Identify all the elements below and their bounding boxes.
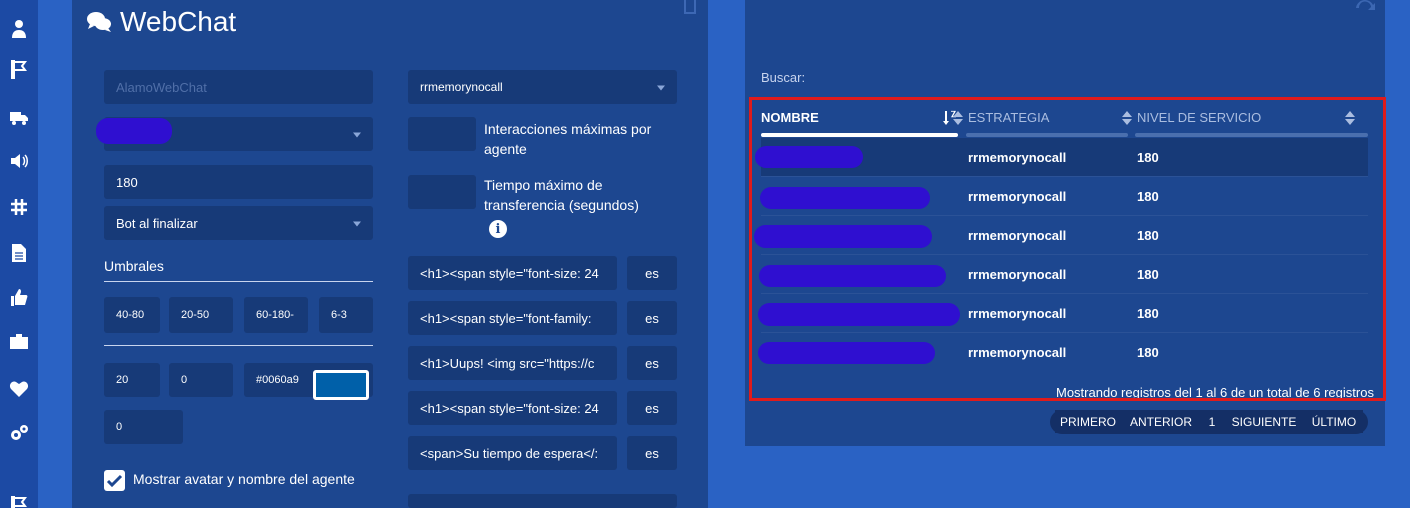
user-icon[interactable] bbox=[8, 18, 30, 40]
cogs-icon[interactable] bbox=[8, 422, 30, 444]
threshold-1[interactable]: 40-80 bbox=[104, 297, 160, 333]
value-input-3[interactable]: 0 bbox=[104, 410, 183, 444]
heartbeat-icon[interactable] bbox=[8, 378, 30, 400]
threshold-2[interactable]: 20-50 bbox=[169, 297, 233, 333]
pagination-previous-button[interactable]: ANTERIOR bbox=[1124, 410, 1198, 433]
pagination-last-button[interactable]: ÚLTIMO bbox=[1305, 410, 1363, 433]
message-input-6[interactable] bbox=[408, 494, 677, 508]
flag-icon[interactable] bbox=[8, 494, 30, 508]
message-lang-5[interactable]: es bbox=[627, 436, 677, 470]
strategy-select[interactable]: rrmemorynocall bbox=[408, 70, 677, 104]
message-input-2[interactable]: <h1><span style="font-family: bbox=[408, 301, 617, 335]
max-transfer-input[interactable] bbox=[408, 175, 476, 209]
message-lang-2[interactable]: es bbox=[627, 301, 677, 335]
color-picker-swatch[interactable] bbox=[313, 370, 369, 400]
icon-sidebar bbox=[0, 0, 38, 508]
truck-icon[interactable] bbox=[8, 106, 30, 128]
page-title: WebChat bbox=[86, 6, 236, 38]
end-action-select[interactable]: Bot al finalizar bbox=[104, 206, 373, 240]
page-title-text: WebChat bbox=[120, 6, 237, 37]
chevron-down-icon bbox=[657, 85, 665, 91]
max-transfer-label: Tiempo máximo de transferencia (segundos… bbox=[484, 177, 639, 213]
comments-icon bbox=[87, 12, 111, 32]
hashtag-icon[interactable] bbox=[8, 196, 30, 218]
divider bbox=[104, 345, 373, 346]
max-interactions-label: Interacciones máximas por agente bbox=[484, 121, 652, 157]
refresh-icon[interactable] bbox=[1354, 0, 1376, 16]
thumbs-up-icon[interactable] bbox=[8, 286, 30, 308]
file-icon[interactable] bbox=[8, 242, 30, 264]
briefcase-icon[interactable] bbox=[8, 330, 30, 352]
value-input-2[interactable]: 0 bbox=[169, 363, 233, 397]
show-avatar-label: Mostrar avatar y nombre del agente bbox=[133, 471, 355, 487]
chevron-down-icon bbox=[353, 221, 361, 227]
message-input-1[interactable]: <h1><span style="font-size: 24 bbox=[408, 256, 617, 290]
pagination-page-1-button[interactable]: 1 bbox=[1201, 410, 1223, 433]
threshold-4[interactable]: 6-3 bbox=[319, 297, 373, 333]
check-icon bbox=[106, 474, 123, 488]
pagination-next-button[interactable]: SIGUIENTE bbox=[1226, 410, 1302, 433]
message-lang-4[interactable]: es bbox=[627, 391, 677, 425]
value-input-1[interactable]: 20 bbox=[104, 363, 160, 397]
panel-grip-icon[interactable] bbox=[684, 0, 696, 14]
message-input-5[interactable]: <span>Su tiempo de espera</: bbox=[408, 436, 617, 470]
message-input-3[interactable]: <h1>Uups! <img src="https://c bbox=[408, 346, 617, 380]
max-interactions-input[interactable] bbox=[408, 117, 476, 151]
volume-icon[interactable] bbox=[8, 150, 30, 172]
thresholds-label: Umbrales bbox=[104, 258, 164, 274]
name-input[interactable]: AlamoWebChat bbox=[104, 70, 373, 104]
divider bbox=[104, 281, 373, 282]
info-icon[interactable]: i bbox=[489, 220, 507, 238]
redaction-mark bbox=[96, 118, 172, 144]
message-lang-1[interactable]: es bbox=[627, 256, 677, 290]
message-input-4[interactable]: <h1><span style="font-size: 24 bbox=[408, 391, 617, 425]
threshold-3[interactable]: 60-180- bbox=[244, 297, 308, 333]
chevron-down-icon bbox=[353, 132, 361, 138]
search-label: Buscar: bbox=[761, 70, 806, 85]
flag-icon[interactable] bbox=[8, 58, 30, 80]
highlight-box bbox=[749, 97, 1386, 401]
pagination-first-button[interactable]: PRIMERO bbox=[1055, 410, 1121, 433]
show-avatar-checkbox[interactable] bbox=[104, 470, 125, 491]
message-lang-3[interactable]: es bbox=[627, 346, 677, 380]
timeout-input[interactable]: 180 bbox=[104, 165, 373, 199]
